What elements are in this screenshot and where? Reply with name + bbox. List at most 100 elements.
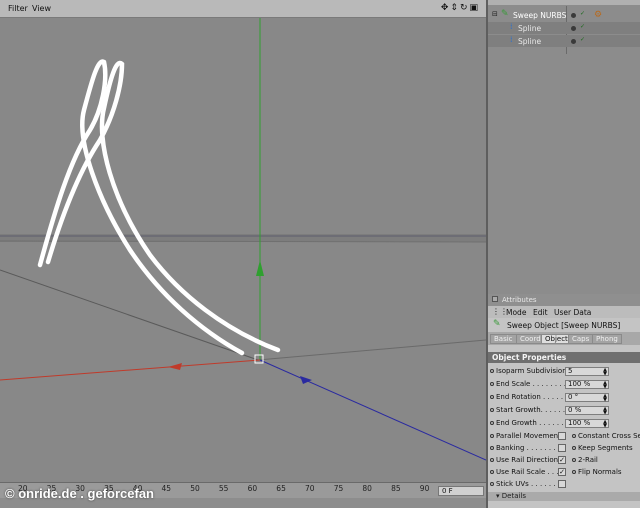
menu-mode[interactable]: Mode	[506, 308, 526, 317]
animate-dot-icon[interactable]	[490, 382, 494, 386]
expand-icon[interactable]: ⊟	[492, 10, 498, 18]
spinner-icon[interactable]: ▲ ▼	[603, 381, 607, 390]
move-icon[interactable]: ✥	[441, 3, 451, 13]
viewport-scene[interactable]	[0, 18, 486, 482]
timeline-tick-label: 75	[333, 484, 344, 493]
animate-dot-icon[interactable]	[572, 470, 576, 474]
banking-checkbox[interactable]	[558, 444, 566, 452]
animate-dot-icon[interactable]	[490, 470, 494, 474]
current-frame-field[interactable]: 0 F	[438, 486, 484, 496]
object-manager-menubar	[488, 0, 640, 5]
start-growth-field[interactable]: 0 % ▲ ▼	[565, 406, 609, 416]
object-name[interactable]: Sweep NURBS	[513, 11, 566, 20]
zoom-icon[interactable]: ⇕	[450, 3, 460, 13]
timeline-tick-label: 45	[161, 484, 172, 493]
object-name[interactable]: Spline	[518, 37, 541, 46]
use-rail-direction-checkbox[interactable]: ✓	[558, 456, 566, 464]
stick-uvs-checkbox[interactable]	[558, 480, 566, 488]
object-manager: ⊟ ✎ Sweep NURBS ✓ ⚙ ⁞ Spline ✓ ⁞ Spline …	[486, 0, 640, 294]
spinner-icon[interactable]: ▲ ▼	[603, 368, 607, 377]
timeline-tick-label: 55	[218, 484, 229, 493]
tab-caps[interactable]: Caps	[568, 334, 594, 344]
tag-icon[interactable]: ⚙	[594, 10, 602, 20]
prop-end-scale: End Scale . . . . . . . .	[490, 380, 566, 391]
viewport-menubar: Filter View ✥⇕↻▣	[0, 0, 486, 18]
z-axis-arrow[interactable]	[300, 376, 312, 384]
prop-2-rail[interactable]: 2-Rail	[572, 456, 598, 467]
animate-dot-icon[interactable]	[490, 395, 494, 399]
animate-dot-icon[interactable]	[572, 446, 576, 450]
object-name[interactable]: Spline	[518, 24, 541, 33]
prop-use-rail-direction: Use Rail Direction	[490, 456, 558, 467]
section-header: Object Properties	[488, 352, 640, 363]
menu-view[interactable]: View	[32, 4, 51, 13]
details-section-toggle[interactable]: ▾ Details	[488, 492, 640, 501]
visibility-dot-editor[interactable]	[571, 13, 576, 18]
end-rotation-field[interactable]: 0 ° ▲ ▼	[565, 393, 609, 403]
prop-use-rail-scale: Use Rail Scale . . .	[490, 468, 559, 479]
tab-basic[interactable]: Basic	[490, 334, 517, 344]
animate-dot-icon[interactable]	[490, 434, 494, 438]
x-axis-arrow[interactable]	[168, 363, 182, 370]
animate-dot-icon[interactable]	[490, 421, 494, 425]
y-axis-arrow[interactable]	[256, 260, 264, 276]
grid-line-2	[257, 339, 486, 361]
prop-stick-uvs: Stick UVs . . . . . .	[490, 480, 556, 491]
x-axis	[0, 359, 261, 381]
object-row-sweep-nurbs[interactable]: ⊟ ✎ Sweep NURBS ✓ ⚙	[488, 9, 640, 21]
spline-icon: ⁞	[510, 22, 513, 31]
attributes-title-bar: Attributes	[488, 294, 640, 306]
visibility-dot-editor[interactable]	[571, 26, 576, 31]
z-axis	[259, 359, 486, 461]
timeline-tick-label: 90	[419, 484, 430, 493]
prop-parallel-movement: Parallel Movement	[490, 432, 561, 443]
timeline-tick-label: 85	[391, 484, 401, 493]
panel-icon[interactable]	[492, 296, 498, 302]
animate-dot-icon[interactable]	[490, 408, 494, 412]
use-rail-scale-checkbox[interactable]: ✓	[558, 468, 566, 476]
attributes-title: Attributes	[502, 296, 537, 304]
prop-keep-segments[interactable]: Keep Segments	[572, 444, 633, 455]
object-row-spline-2[interactable]: ⁞ Spline ✓	[488, 35, 640, 47]
object-row-spline-1[interactable]: ⁞ Spline ✓	[488, 22, 640, 34]
isoparm-subdivision-field[interactable]: 5 ▲ ▼	[565, 367, 609, 377]
tab-phong[interactable]: Phong	[592, 334, 622, 344]
end-growth-field[interactable]: 100 % ▲ ▼	[565, 419, 609, 429]
spinner-icon[interactable]: ▲ ▼	[603, 394, 607, 403]
sweep-nurbs-icon: ✎	[501, 9, 509, 19]
prop-end-rotation: End Rotation . . . . . .	[490, 393, 568, 404]
animate-dot-icon[interactable]	[490, 369, 494, 373]
sweep-spline-2[interactable]	[45, 60, 281, 353]
attributes-object-label-row: ✎ Sweep Object [Sweep NURBS]	[488, 318, 640, 332]
maximize-icon[interactable]: ▣	[469, 3, 480, 13]
menu-user-data[interactable]: User Data	[554, 308, 591, 317]
animate-dot-icon[interactable]	[572, 458, 576, 462]
menu-filter[interactable]: Filter	[8, 4, 28, 13]
end-scale-field[interactable]: 100 % ▲ ▼	[565, 380, 609, 390]
menu-edit[interactable]: Edit	[533, 308, 548, 317]
attribute-tabs: Basic Coord. Object Caps Phong	[488, 332, 640, 345]
visibility-dot-editor[interactable]	[571, 39, 576, 44]
prop-flip-normals[interactable]: Flip Normals	[572, 468, 622, 479]
enable-check-icon[interactable]: ✓	[580, 23, 585, 30]
prop-end-growth: End Growth . . . . . . .	[490, 419, 568, 430]
sweep-spline-1[interactable]	[37, 59, 245, 356]
3d-viewport[interactable]: Filter View ✥⇕↻▣	[0, 0, 486, 482]
animate-dot-icon[interactable]	[490, 446, 494, 450]
enable-check-icon[interactable]: ✓	[580, 10, 585, 17]
spinner-icon[interactable]: ▲ ▼	[603, 420, 607, 429]
animate-dot-icon[interactable]	[490, 482, 494, 486]
spinner-icon[interactable]: ▲ ▼	[603, 407, 607, 416]
timeline-tick-label: 80	[362, 484, 372, 493]
animate-dot-icon[interactable]	[572, 434, 576, 438]
animate-dot-icon[interactable]	[490, 458, 494, 462]
spline-icon: ⁞	[510, 35, 513, 44]
grid-line	[0, 269, 259, 361]
timeline-tick-label: 60	[247, 484, 258, 493]
watermark-credit: © onride.de . geforcefan	[5, 486, 154, 501]
timeline-tick-label: 65	[276, 484, 286, 493]
prop-constant-cross-section[interactable]: Constant Cross Se	[572, 432, 640, 443]
parallel-movement-checkbox[interactable]	[558, 432, 566, 440]
timeline-tick-label: 50	[190, 484, 200, 493]
enable-check-icon[interactable]: ✓	[580, 36, 585, 43]
